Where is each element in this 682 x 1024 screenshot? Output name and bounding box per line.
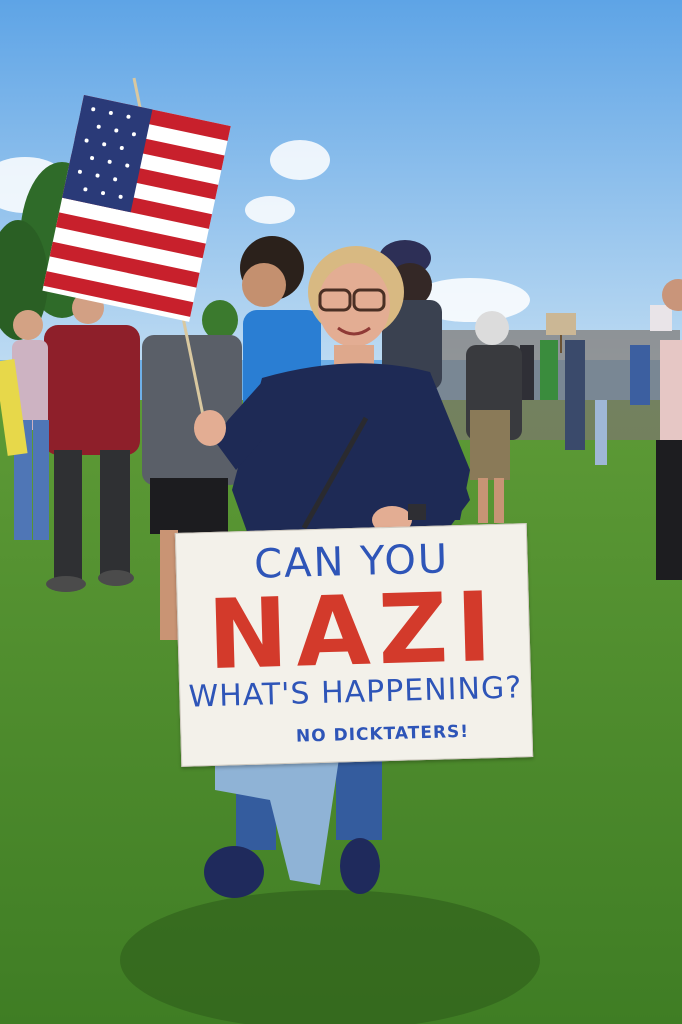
sign-line-nazi: NAZI: [206, 570, 502, 692]
photo-background: [0, 0, 682, 1024]
shadow: [120, 890, 540, 1024]
sign-line-no-dicktaters: NO DICKTATERS!: [295, 721, 470, 747]
protest-photo: CAN YOU NAZI WHAT'S HAPPENING? NO DICKTA…: [0, 0, 682, 1024]
protest-sign: CAN YOU NAZI WHAT'S HAPPENING? NO DICKTA…: [174, 523, 534, 767]
